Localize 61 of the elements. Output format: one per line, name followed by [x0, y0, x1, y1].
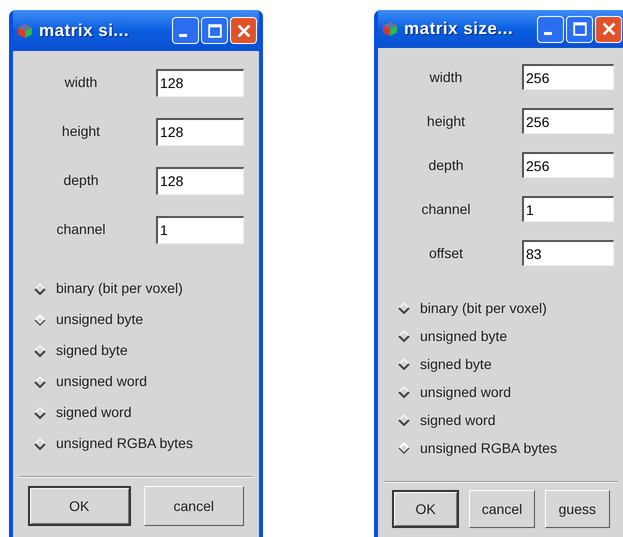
maximize-button[interactable] [566, 16, 593, 42]
field-label: height [426, 112, 466, 131]
radio-button[interactable] [398, 386, 410, 398]
radio-button[interactable] [34, 282, 46, 294]
input-field[interactable]: 256 [522, 108, 614, 134]
radio-button[interactable] [398, 414, 410, 426]
input-field[interactable]: 128 [156, 166, 244, 194]
field-label: height [60, 122, 102, 141]
input-field[interactable]: 128 [156, 118, 244, 146]
minimize-icon [179, 34, 187, 36]
radio-button[interactable] [398, 330, 410, 342]
radio-button[interactable] [34, 406, 46, 418]
radio-button[interactable] [398, 358, 410, 370]
radio-label: unsigned RGBA bytes [420, 438, 557, 458]
input-field[interactable]: 1 [522, 196, 614, 222]
radio-button[interactable] [34, 376, 46, 388]
field-label: depth [427, 156, 465, 175]
radio-label: unsigned word [56, 372, 148, 391]
dialog-button[interactable]: guess [544, 490, 610, 528]
field-label: depth [62, 171, 100, 190]
radio-label: signed byte [420, 354, 492, 374]
window-title: matrix si... [39, 20, 130, 42]
radio-button[interactable] [34, 344, 46, 356]
radio-label: unsigned RGBA bytes [56, 434, 193, 453]
close-button[interactable] [230, 17, 257, 44]
minimize-button[interactable] [537, 16, 564, 42]
cube-icon [382, 21, 398, 37]
radio-label: unsigned byte [420, 326, 508, 346]
field-label: width [428, 68, 464, 86]
input-field[interactable]: 1 [156, 216, 244, 244]
dialog-button[interactable]: OK [392, 490, 460, 528]
radio-label: unsigned byte [56, 310, 144, 329]
maximize-button[interactable] [201, 17, 228, 44]
minimize-icon [544, 32, 552, 35]
input-field[interactable]: 256 [522, 64, 614, 90]
input-field[interactable]: 256 [522, 152, 614, 178]
radio-button[interactable] [398, 442, 410, 454]
radio-label: signed word [56, 403, 132, 422]
radio-label: binary (bit per voxel) [56, 279, 183, 298]
radio-label: binary (bit per voxel) [420, 298, 547, 318]
radio-button[interactable] [34, 438, 46, 450]
field-label: offset [428, 244, 464, 262]
input-field[interactable]: 128 [156, 68, 244, 96]
minimize-button[interactable] [172, 17, 199, 44]
input-field[interactable]: 83 [522, 240, 614, 266]
dialog-button[interactable]: cancel [144, 486, 244, 526]
maximize-icon [206, 22, 224, 40]
field-label: channel [55, 220, 107, 239]
close-button[interactable] [595, 16, 622, 42]
radio-label: unsigned word [420, 382, 512, 402]
radio-label: signed byte [56, 341, 128, 360]
radio-button[interactable] [398, 302, 410, 314]
radio-button[interactable] [34, 314, 46, 326]
field-label: channel [420, 200, 472, 218]
maximize-icon [570, 20, 588, 38]
radio-label: signed word [420, 410, 496, 430]
dialog-button[interactable]: OK [28, 486, 130, 526]
window-title: matrix size... [404, 18, 514, 40]
dialog-button[interactable]: cancel [469, 490, 535, 528]
field-label: width [64, 73, 98, 92]
cube-icon [17, 22, 33, 38]
